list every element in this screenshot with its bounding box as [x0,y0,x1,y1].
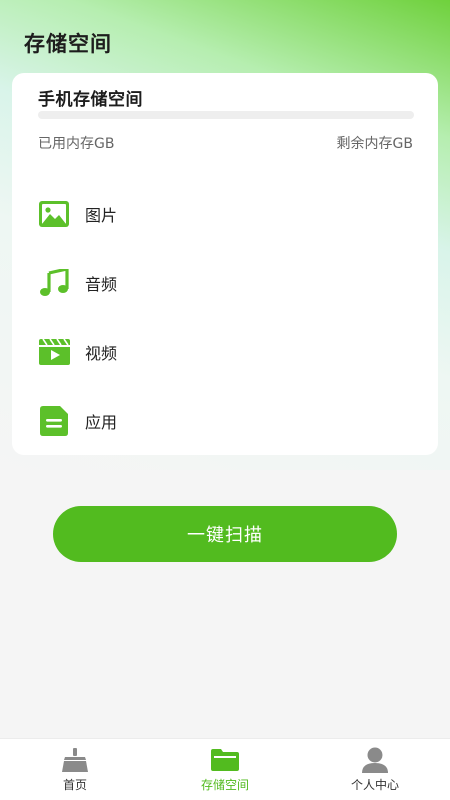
category-label: 图片 [85,206,118,225]
image-icon [38,198,70,230]
tab-label: 首页 [62,778,87,792]
storage-card-title: 手机存储空间 [38,90,143,110]
used-memory-label: 已用内存GB [38,136,115,152]
one-click-scan-button[interactable]: 一键扫描 [53,506,397,562]
broom-icon [61,747,89,773]
bottom-tab-bar: 首页 存储空间 个人中心 [0,738,450,800]
tab-storage[interactable]: 存储空间 [150,739,300,800]
page-title: 存储空间 [24,32,112,56]
storage-card: 手机存储空间 已用内存GB 剩余内存GB 图片 音频 视频 应用 [12,73,438,455]
tab-label: 个人中心 [350,778,399,792]
app-document-icon [38,405,70,437]
tab-label: 存储空间 [200,778,249,792]
category-label: 音频 [85,275,118,294]
category-item-apps[interactable]: 应用 [12,391,438,451]
video-icon [38,336,70,368]
category-label: 视频 [85,344,118,363]
category-label: 应用 [85,413,118,432]
person-icon [361,747,389,773]
folder-icon [211,747,239,773]
free-memory-label: 剩余内存GB [336,136,413,152]
category-item-video[interactable]: 视频 [12,322,438,382]
category-item-images[interactable]: 图片 [12,184,438,244]
storage-progress-bar [38,111,414,119]
tab-home[interactable]: 首页 [0,739,150,800]
music-note-icon [38,267,70,299]
category-item-audio[interactable]: 音频 [12,253,438,313]
tab-profile[interactable]: 个人中心 [300,739,450,800]
